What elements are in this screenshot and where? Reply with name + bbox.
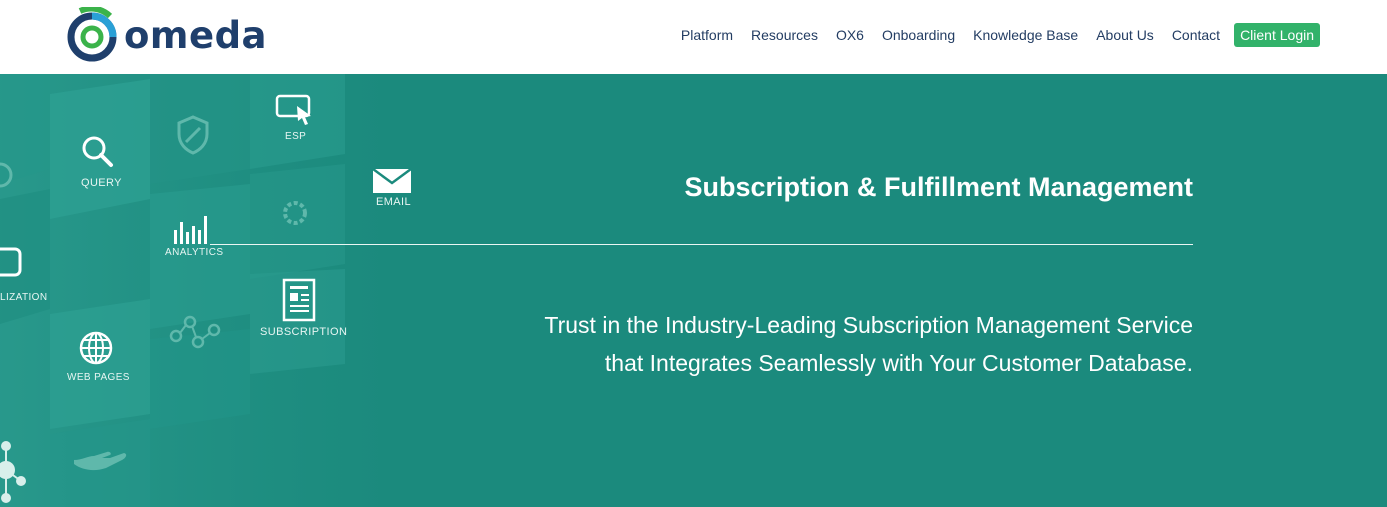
query-icon <box>82 136 113 167</box>
hero-subtitle-line-1: Trust in the Industry-Leading Subscripti… <box>544 312 1193 338</box>
nav-contact[interactable]: Contact <box>1172 23 1220 47</box>
tile-label-web-pages: WEB PAGES <box>67 372 130 383</box>
nav-platform[interactable]: Platform <box>681 23 733 47</box>
network-node-icon <box>0 441 26 503</box>
hero-divider <box>210 244 1193 245</box>
gear-icon <box>283 201 307 225</box>
partial-circle-icon <box>0 162 13 188</box>
logo-wordmark: omeda <box>124 13 268 57</box>
hero-subtitle: Trust in the Industry-Leading Subscripti… <box>433 306 1193 382</box>
esp-cursor-icon <box>275 94 311 125</box>
hero-title: Subscription & Fulfillment Management <box>684 172 1193 202</box>
email-envelope-icon <box>372 168 412 193</box>
nav-ox6[interactable]: OX6 <box>836 23 864 47</box>
globe-icon <box>79 331 113 365</box>
tile-label-esp: ESP <box>285 131 307 142</box>
nav-knowledge-base[interactable]: Knowledge Base <box>973 23 1078 47</box>
connections-icon <box>169 315 221 349</box>
site-header: omeda Platform Resources OX6 Onboarding … <box>0 0 1387 74</box>
tile-label-analytics: ANALYTICS <box>165 247 224 258</box>
tile-label-personalization: LIZATION <box>0 292 48 303</box>
shield-icon <box>177 115 209 155</box>
nav-about-us[interactable]: About Us <box>1096 23 1154 47</box>
nav-resources[interactable]: Resources <box>751 23 818 47</box>
main-nav: Platform Resources OX6 Onboarding Knowle… <box>663 23 1320 47</box>
hero-subtitle-line-2: that Integrates Seamlessly with Your Cus… <box>604 350 1193 376</box>
omeda-logo-icon <box>67 7 117 62</box>
subscription-document-icon <box>282 278 316 322</box>
omeda-logo[interactable]: omeda <box>64 6 267 64</box>
personalization-icon <box>0 247 22 277</box>
client-login-button[interactable]: Client Login <box>1234 23 1320 47</box>
tile-label-email: EMAIL <box>376 196 412 208</box>
tile-label-query: QUERY <box>81 177 122 189</box>
feature-tiles-background <box>0 74 520 507</box>
hand-icon <box>74 451 127 471</box>
nav-onboarding[interactable]: Onboarding <box>882 23 955 47</box>
tile-label-subscription: SUBSCRIPTION <box>260 326 348 338</box>
hero-banner: QUERY ESP EMAIL ANALYTICS LIZATION SUBSC… <box>0 74 1387 507</box>
analytics-bar-chart-icon <box>174 216 207 244</box>
